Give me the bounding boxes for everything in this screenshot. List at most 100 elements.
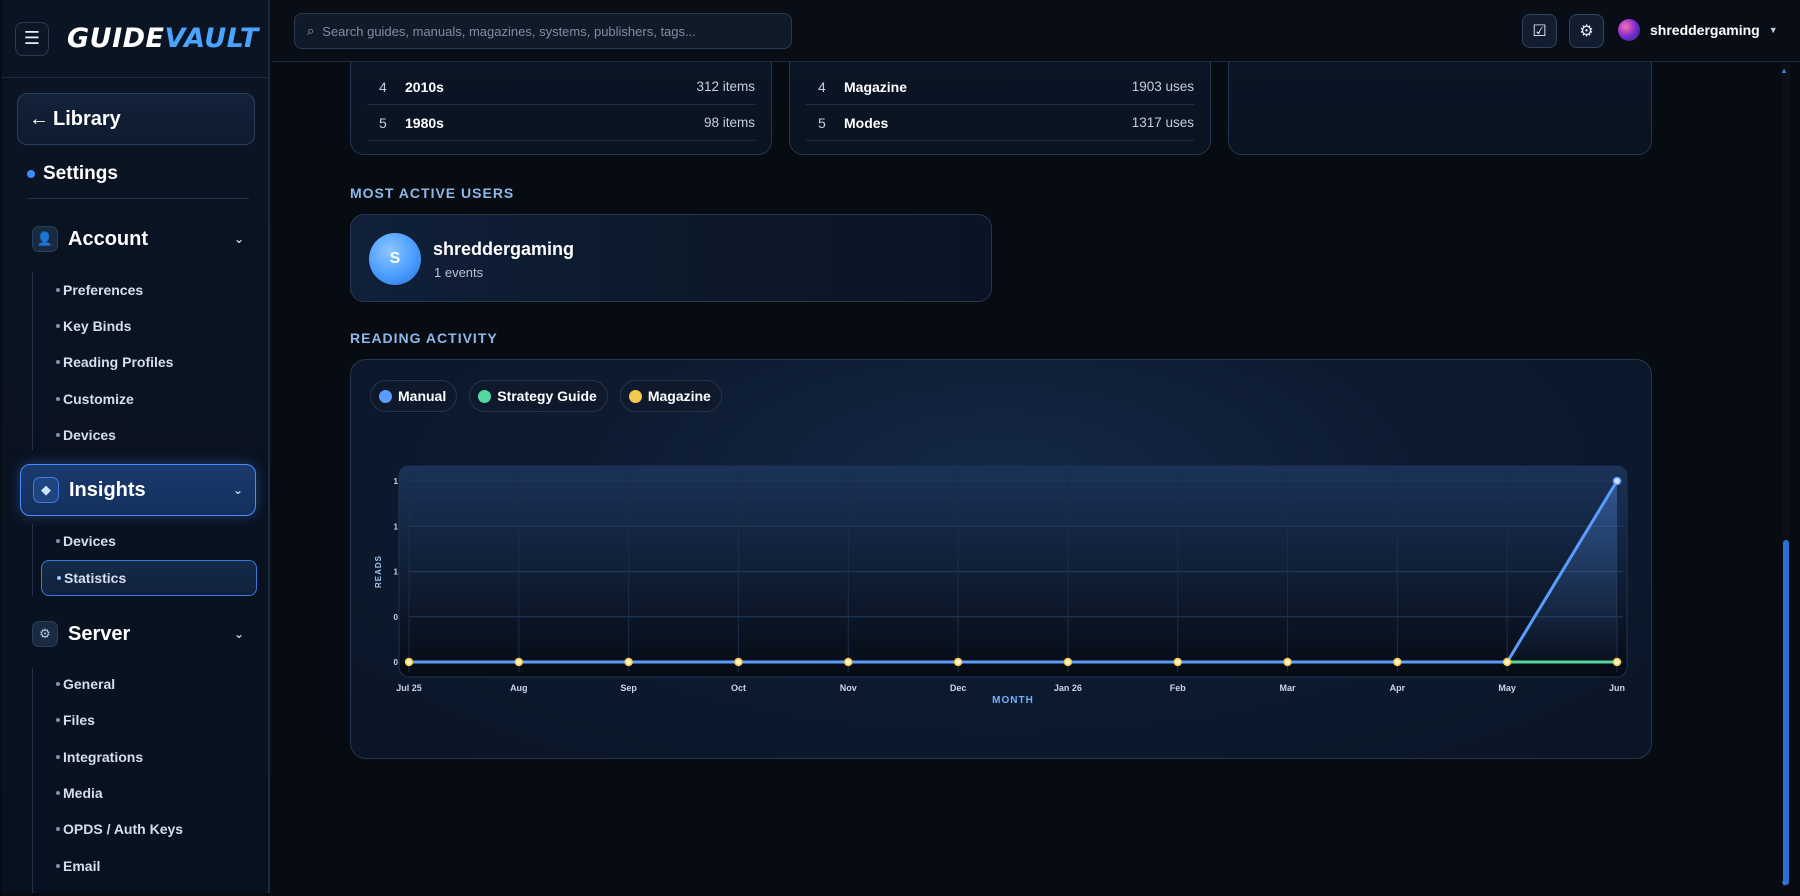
active-user-card[interactable]: S shreddergaming 1 events <box>350 214 992 302</box>
top-bar: ⌕ Search guides, manuals, magazines, sys… <box>272 0 1800 62</box>
back-to-library-button[interactable]: ← Library <box>17 93 255 145</box>
data-point-magazine <box>953 657 963 667</box>
row-count: 312 items <box>696 79 755 94</box>
sidebar-item-insights-devices[interactable]: Devices <box>56 531 116 551</box>
bullet-icon <box>56 288 60 292</box>
search-input[interactable]: ⌕ Search guides, manuals, magazines, sys… <box>294 13 792 49</box>
y-tick-label: 1 <box>394 522 399 531</box>
data-point-magazine <box>514 657 524 667</box>
bullet-icon <box>56 791 60 795</box>
tree-line <box>32 272 33 450</box>
sidebar-item-account-devices[interactable]: Devices <box>56 425 116 445</box>
bullet-icon <box>56 682 60 686</box>
item-label: Key Binds <box>63 318 132 334</box>
settings-heading: Settings <box>27 163 118 185</box>
section-title-active-users: MOST ACTIVE USERS <box>350 185 515 201</box>
row-name: 2010s <box>405 78 444 95</box>
row-rank: 4 <box>818 78 826 95</box>
user-menu[interactable]: shreddergaming ▼ <box>1618 19 1778 41</box>
row-name: Magazine <box>844 78 908 95</box>
decades-card: 4 2010s 312 items 5 1980s 98 items <box>350 62 772 155</box>
row-name: 1980s <box>405 114 444 131</box>
settings-label: Settings <box>43 163 118 184</box>
item-label: Devices <box>63 427 116 443</box>
settings-dot-icon <box>27 170 35 178</box>
y-tick-label: 1 <box>394 477 399 486</box>
table-row: 4 Magazine 1903 uses <box>806 69 1194 105</box>
data-point-magazine <box>1283 657 1292 667</box>
settings-button[interactable]: ⚙ <box>1569 14 1604 48</box>
bullet-icon <box>56 360 60 364</box>
logo-text-primary: GUIDE <box>67 23 165 54</box>
sidebar: ☰ GUIDEVAULT ← Library Settings 👤 Accoun… <box>2 0 270 893</box>
row-rank: 5 <box>379 114 387 131</box>
scrollbar-thumb[interactable] <box>1783 540 1789 885</box>
chevron-down-icon: ⌄ <box>233 627 244 641</box>
sidebar-section-server[interactable]: ⚙ Server ⌄ <box>20 608 256 660</box>
y-tick-label: 0 <box>394 613 399 622</box>
bullet-icon <box>56 718 60 722</box>
sidebar-item-reading-profiles[interactable]: Reading Profiles <box>56 352 173 372</box>
user-name: shreddergaming <box>433 239 575 259</box>
table-row: 5 Modes 1317 uses <box>806 105 1194 141</box>
gear-icon: ⚙ <box>1579 23 1594 40</box>
sidebar-item-integrations[interactable]: Integrations <box>56 747 143 767</box>
tree-line <box>32 668 33 893</box>
sidebar-item-preferences[interactable]: Preferences <box>56 280 143 300</box>
table-row: 4 2010s 312 items <box>367 69 755 105</box>
item-label: Files <box>63 712 95 728</box>
data-point-magazine <box>1173 657 1182 667</box>
section-label: Insights <box>69 478 146 501</box>
item-label: Devices <box>63 533 116 549</box>
sidebar-item-general[interactable]: General <box>56 674 115 694</box>
menu-toggle-button[interactable]: ☰ <box>15 21 49 56</box>
item-label: Reading Profiles <box>63 354 174 370</box>
data-point-magazine <box>734 657 743 667</box>
section-label: Account <box>68 227 148 250</box>
x-tick-label: Jun <box>1609 683 1625 693</box>
item-label: Media <box>63 785 103 801</box>
tasks-button[interactable]: ☑ <box>1522 14 1557 48</box>
sidebar-item-key-binds[interactable]: Key Binds <box>56 316 131 336</box>
item-label: Customize <box>63 391 134 407</box>
row-count: 1903 uses <box>1131 79 1194 94</box>
chevron-down-icon: ⌄ <box>233 232 244 246</box>
x-axis-label: MONTH <box>992 695 1034 706</box>
bullet-icon <box>56 397 60 401</box>
sidebar-section-account[interactable]: 👤 Account ⌄ <box>20 213 256 265</box>
sidebar-item-statistics[interactable]: Statistics <box>41 560 257 596</box>
checkbox-icon: ☑ <box>1532 23 1547 40</box>
sidebar-item-opds[interactable]: OPDS / Auth Keys <box>56 819 183 839</box>
library-label: Library <box>53 107 121 130</box>
sidebar-item-email[interactable]: Email <box>56 856 100 876</box>
sidebar-item-media[interactable]: Media <box>56 783 103 803</box>
gear-icon: ⚙ <box>32 621 58 647</box>
arrow-left-icon: ← <box>29 107 49 130</box>
row-rank: 5 <box>818 114 826 131</box>
app-logo[interactable]: GUIDEVAULT <box>67 23 259 54</box>
search-icon: ⌕ <box>307 23 315 38</box>
item-label: Email <box>63 858 101 874</box>
hamburger-icon: ☰ <box>23 28 41 48</box>
diamond-icon: ◆ <box>33 477 59 503</box>
item-label: Preferences <box>63 282 144 298</box>
x-tick-label: Aug <box>510 683 528 693</box>
sidebar-section-insights[interactable]: ◆ Insights ⌄ <box>20 464 256 516</box>
x-tick-label: May <box>1498 683 1516 693</box>
x-tick-label: Apr <box>1390 683 1406 693</box>
data-point-magazine <box>624 657 633 667</box>
x-tick-label: Dec <box>950 683 967 693</box>
bullet-icon <box>56 539 60 543</box>
y-tick-label: 0 <box>394 658 399 667</box>
bullet-icon <box>56 433 60 437</box>
logo-text-accent: VAULT <box>164 23 259 54</box>
scroll-down-icon[interactable]: ▼ <box>1780 879 1788 888</box>
sidebar-item-files[interactable]: Files <box>56 710 95 730</box>
sidebar-item-customize[interactable]: Customize <box>56 389 134 409</box>
data-point-magazine <box>404 657 414 667</box>
item-label: OPDS / Auth Keys <box>63 821 184 837</box>
section-label: Server <box>68 622 131 645</box>
chevron-down-icon: ⌄ <box>232 483 243 497</box>
scroll-up-icon[interactable]: ▲ <box>1780 66 1788 75</box>
data-point-manual <box>1612 476 1622 486</box>
